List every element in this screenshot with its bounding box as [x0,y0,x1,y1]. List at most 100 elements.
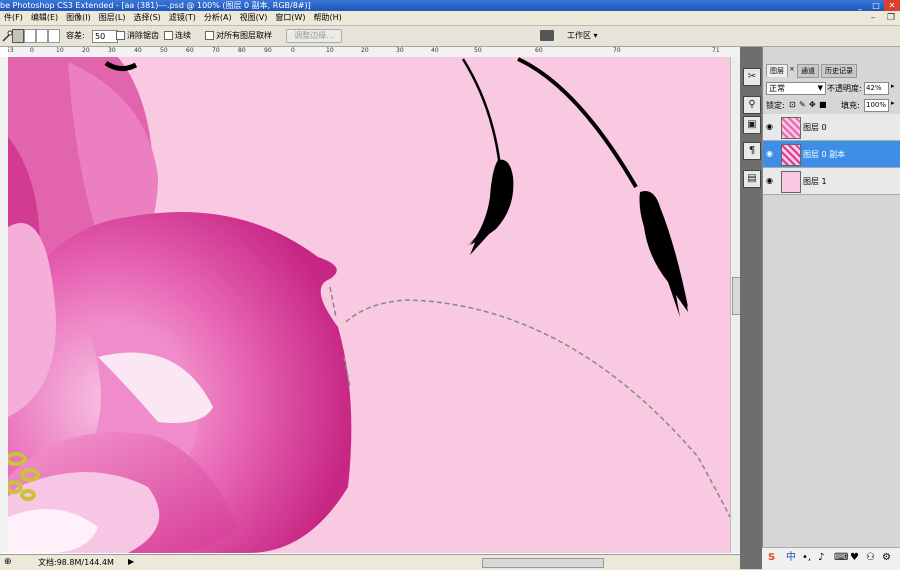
menu-analysis[interactable]: 分析(A) [200,11,236,25]
blend-mode-select[interactable]: 正常 ▼ [766,82,826,95]
ruler-label: 53 [8,47,14,54]
close-button[interactable]: ✕ [884,0,900,11]
ruler-label: 90 [264,47,272,54]
lock-move-icon[interactable]: ✥ [809,100,816,109]
ruler-label: 0 [291,47,295,54]
lock-all-icon[interactable]: ■ [819,100,827,109]
ruler-label: 40 [431,47,439,54]
refine-edge-button[interactable]: 调整边缘... [286,29,342,43]
visibility-eye-icon[interactable]: ◉ [766,176,773,185]
add-selection-icon[interactable] [24,29,36,43]
menu-image[interactable]: 图像(I) [62,11,95,25]
selection-mode-group [12,29,60,43]
ruler-label: 10 [326,47,334,54]
status-bar: ⊕ 文档:98.8M/144.4M ▶ [0,554,740,570]
selection-marquee [329,286,730,518]
intersect-selection-icon[interactable] [48,29,60,43]
tools-icon[interactable]: ✂ [743,68,761,86]
ruler-label: 30 [396,47,404,54]
opacity-label: 不透明度: [827,84,862,93]
tab-history[interactable]: 历史记录 [821,64,857,78]
opacity-slider-arrow-icon[interactable]: ▸ [891,82,895,90]
brushes-palette-icon[interactable] [540,30,554,41]
ruler-label: 50 [160,47,168,54]
document-window: 53 0 10 20 30 40 50 60 70 80 90 0 10 20 … [0,47,741,570]
doc-restore-button[interactable]: ❐ [884,11,898,25]
tab-layers[interactable]: 图层 [766,64,788,77]
menu-help[interactable]: 帮助(H) [310,11,346,25]
sogou-logo-icon[interactable]: S [768,551,775,565]
layer-row[interactable]: ◉ 图层 0 [763,114,900,141]
menu-view[interactable]: 视图(V) [236,11,272,25]
ruler-label: 30 [108,47,116,54]
new-selection-icon[interactable] [12,29,24,43]
ruler-label: 50 [474,47,482,54]
game-icon[interactable]: ⚇ [866,551,875,565]
keyboard-icon[interactable]: ⌨ [834,551,848,565]
menu-filter[interactable]: 滤镜(T) [165,11,200,25]
menu-bar: 件(F) 编辑(E) 图像(I) 图层(L) 选择(S) 滤镜(T) 分析(A) 视图(V) 窗… [0,11,900,26]
layer-row[interactable]: ◉ 图层 1 [763,168,900,195]
hanging-branch [104,57,638,189]
doc-minimize-button[interactable]: – [866,11,880,25]
stamp-icon[interactable]: ▣ [743,116,761,134]
magic-wand-icon[interactable] [2,30,12,42]
visibility-eye-icon[interactable]: ◉ [766,122,773,131]
menu-file[interactable]: 件(F) [0,11,27,25]
window-title: be Photoshop CS3 Extended - [aa (381)---… [0,1,311,10]
options-bar: 容差: 50 消除锯齿 连续 对所有图层取样 调整边缘... 工作区 ▾ [0,26,900,47]
image-canvas[interactable] [8,57,730,553]
microphone-icon[interactable]: ♪ [818,551,824,565]
antialias-checkbox[interactable]: 消除锯齿 [116,30,159,42]
close-tab-icon[interactable]: × [789,65,795,73]
ime-toolbar: S 中 •, ♪ ⌨ ♥ ⚇ ⚙ [762,547,900,570]
fill-input[interactable]: 100% [864,99,889,112]
tolerance-input[interactable]: 50 [92,30,118,43]
skin-icon[interactable]: ♥ [850,551,859,565]
workspace-button[interactable]: 工作区 ▾ [567,29,598,42]
horizontal-scroll-thumb[interactable] [482,558,604,568]
ruler-label: 10 [56,47,64,54]
title-bar: be Photoshop CS3 Extended - [aa (381)---… [0,0,900,11]
fill-slider-arrow-icon[interactable]: ▸ [891,99,895,107]
zoom-icon[interactable]: ⊕ [4,557,12,567]
menu-window[interactable]: 窗口(W) [271,11,309,25]
ime-language-indicator[interactable]: 中 [786,551,796,565]
tab-channels[interactable]: 通道 [797,64,819,78]
ruler-label: 70 [212,47,220,54]
visibility-eye-icon[interactable]: ◉ [766,149,773,158]
maximize-button[interactable]: □ [868,0,884,11]
panel-tabs: 图层 × 通道 历史记录 [763,64,900,78]
ruler-label: 80 [238,47,246,54]
minimize-button[interactable]: _ [852,0,868,11]
sample-all-check-icon[interactable] [205,31,214,40]
layer-row-selected[interactable]: ◉ 图层 0 副本 [763,141,900,168]
ruler-label: 60 [186,47,194,54]
subtract-selection-icon[interactable] [36,29,48,43]
settings-icon[interactable]: ⚙ [882,551,891,565]
lock-label: 锁定: [766,101,785,110]
ruler-label: 71 [712,47,720,54]
menu-select[interactable]: 选择(S) [129,11,164,25]
paragraph-icon[interactable]: ¶ [743,142,761,160]
ruler-label: 60 [535,47,543,54]
fill-label: 填充: [841,101,860,110]
clone-icon[interactable]: ⚲ [743,96,761,114]
contiguous-checkbox[interactable]: 连续 [164,30,191,42]
sample-all-layers-checkbox[interactable]: 对所有图层取样 [205,30,272,42]
antialias-check-icon[interactable] [116,31,125,40]
opacity-input[interactable]: 42% [864,82,889,95]
status-menu-arrow-icon[interactable]: ▶ [128,557,134,566]
layer-comps-icon[interactable]: ▤ [743,170,761,188]
ruler-label: 40 [134,47,142,54]
ruler-label: 20 [361,47,369,54]
punctuation-icon[interactable]: •, [802,551,811,565]
canvas-artwork [8,57,730,553]
lock-paint-icon[interactable]: ✎ [799,100,806,109]
menu-layer[interactable]: 图层(L) [95,11,130,25]
ruler-label: 20 [82,47,90,54]
tolerance-label: 容差: [66,31,85,40]
menu-edit[interactable]: 编辑(E) [27,11,62,25]
lock-transparency-icon[interactable]: ⊡ [789,100,796,109]
contiguous-check-icon[interactable] [164,31,173,40]
